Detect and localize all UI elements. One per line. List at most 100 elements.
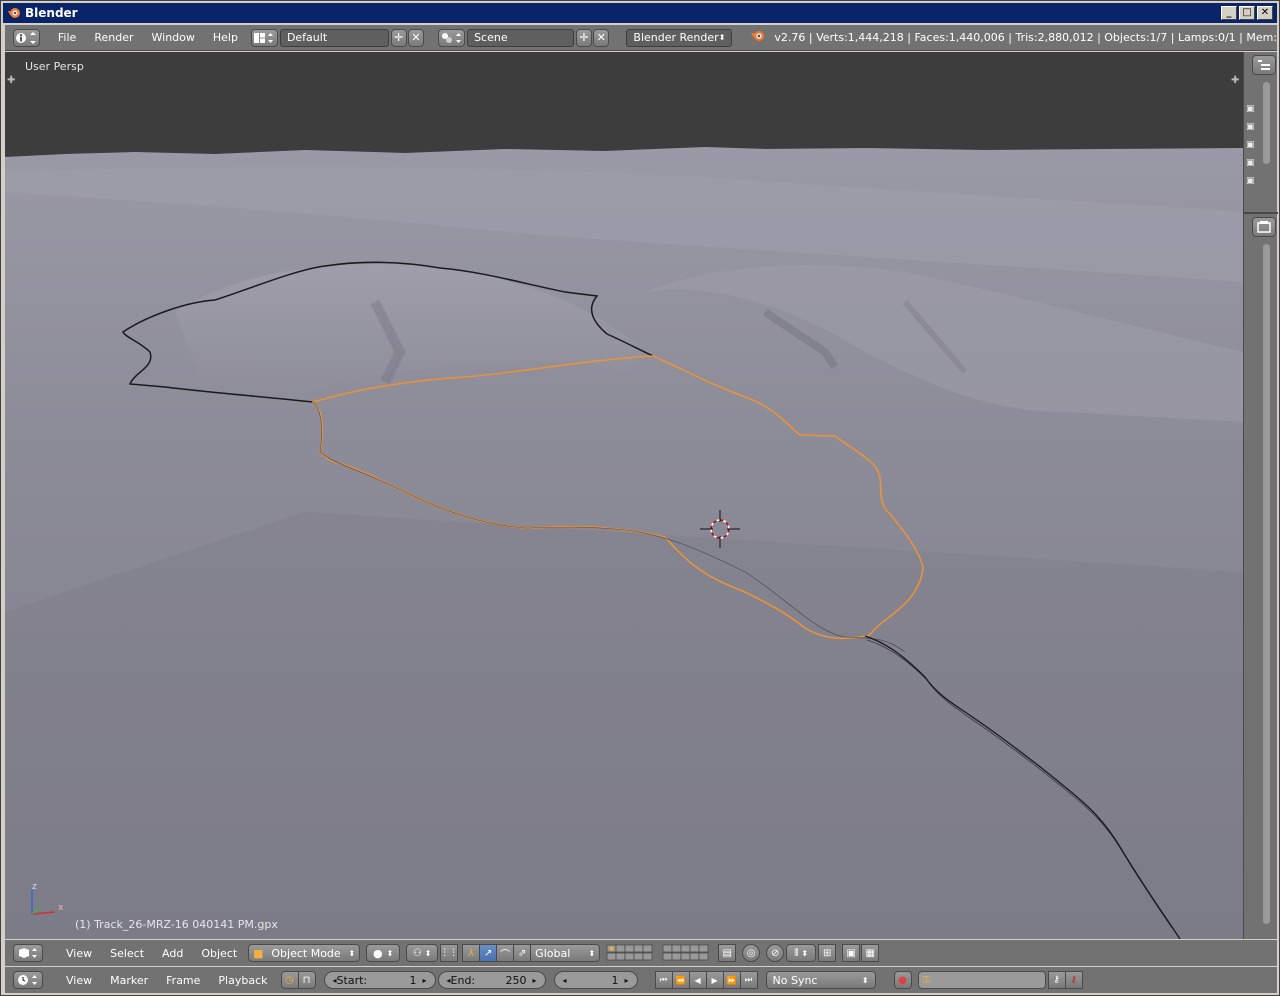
maximize-button[interactable]: □ — [1239, 6, 1255, 20]
translate-manipulator-button[interactable]: ↗ — [479, 944, 498, 962]
key-remove-icon: ⚷ — [1070, 975, 1077, 985]
screen-layout-selector-button[interactable] — [250, 28, 278, 47]
view-perspective-label: User Persp — [25, 60, 84, 73]
menu-view[interactable]: View — [57, 947, 101, 960]
next-keyframe-icon: ⏩ — [726, 975, 737, 985]
delete-keyframe-button[interactable]: ⚷ — [1064, 971, 1083, 989]
sync-mode-selector[interactable]: No Sync ⬍ — [765, 971, 876, 989]
snap-increment-icon: ⫴ — [794, 947, 799, 959]
prev-keyframe-icon: ⏪ — [675, 975, 686, 985]
play-button[interactable]: ▶ — [705, 971, 724, 989]
jump-to-keyframe-forward-button[interactable]: ⏩ — [722, 971, 741, 989]
editor-type-info-button[interactable] — [13, 28, 40, 47]
blender-logo-icon — [7, 6, 21, 20]
region-toggle-left-icon: ✚ — [7, 75, 15, 86]
keying-set-field[interactable]: ⚿ — [917, 971, 1046, 989]
scale-icon: ⇗ — [517, 947, 527, 959]
minimize-button[interactable]: _ — [1221, 6, 1237, 20]
object-mode-icon: ■ — [253, 946, 264, 960]
current-frame-field[interactable]: ◂ 1 ▸ — [553, 971, 638, 989]
editor-type-3dview-button[interactable] — [13, 944, 43, 962]
record-icon: ● — [898, 974, 907, 986]
layer-lock-button[interactable]: ▤ — [718, 944, 737, 962]
manipulator-toggle[interactable]: ⅄ — [462, 944, 481, 962]
opengl-render-animation-button[interactable]: ▦ — [861, 944, 880, 962]
camera-icon[interactable]: ▣ — [1246, 140, 1258, 150]
add-layout-icon[interactable]: ✛ — [390, 28, 407, 47]
proportional-edit-button[interactable]: ◎ — [742, 944, 761, 962]
region-toggle-right-icon: ✚ — [1231, 75, 1239, 86]
play-reverse-button[interactable]: ◀ — [688, 971, 707, 989]
scale-manipulator-button[interactable]: ⇗ — [513, 944, 532, 962]
current-frame-value: 1 — [611, 973, 619, 987]
menu-playback[interactable]: Playback — [209, 974, 276, 987]
close-button[interactable]: ✕ — [1257, 6, 1273, 20]
jump-to-start-button[interactable]: ⏮ — [654, 971, 673, 989]
lock-icon: ⊓ — [302, 974, 311, 986]
screen-layout-field[interactable]: Default — [279, 28, 389, 47]
snap-target-button[interactable]: ⊞ — [818, 944, 837, 962]
auto-keying-button[interactable]: ● — [893, 971, 912, 989]
lock-time-cursor-button[interactable]: ⊓ — [297, 971, 316, 989]
menu-timeline-view[interactable]: View — [57, 974, 101, 987]
transform-orientation-selector[interactable]: Global ⬍ — [530, 944, 601, 962]
menu-file[interactable]: File — [49, 31, 85, 44]
end-frame-value: 250 — [505, 973, 527, 987]
scene-field[interactable]: Scene — [467, 28, 574, 47]
jump-to-end-button[interactable]: ⏭ — [739, 971, 758, 989]
outliner-editor-button[interactable] — [1252, 55, 1276, 75]
preview-range-button[interactable]: ◷ — [280, 971, 299, 989]
end-frame-label: End: — [450, 973, 476, 987]
interaction-mode-label: Object Mode — [271, 946, 341, 960]
opengl-render-image-button[interactable]: ▣ — [842, 944, 861, 962]
camera-icon[interactable]: ▣ — [1246, 104, 1258, 114]
scene-selector-button[interactable] — [438, 28, 466, 47]
viewport-shading-selector[interactable]: ● ⬍ — [366, 944, 401, 962]
snap-element-selector[interactable]: ⫴ ⬍ — [786, 944, 817, 962]
menu-frame[interactable]: Frame — [157, 974, 209, 987]
outliner-scrollbar[interactable] — [1263, 82, 1270, 164]
jump-to-keyframe-back-button[interactable]: ⏪ — [671, 971, 690, 989]
axis-x-label: x — [58, 903, 64, 913]
editor-type-timeline-button[interactable] — [13, 971, 43, 989]
end-frame-field[interactable]: ◂ End: 250 ▸ — [437, 971, 546, 989]
menu-help[interactable]: Help — [204, 31, 247, 44]
start-frame-value: 1 — [409, 973, 417, 987]
camera-icon[interactable]: ▣ — [1246, 158, 1258, 168]
remove-layout-icon[interactable]: ✕ — [407, 28, 425, 47]
window-title: Blender — [25, 6, 78, 20]
right-arrow-icon: ▸ — [422, 975, 427, 985]
sync-mode-label: No Sync — [772, 973, 818, 987]
start-frame-field[interactable]: ◂ Start: 1 ▸ — [323, 971, 436, 989]
solid-shading-icon: ● — [373, 946, 383, 960]
layout-icon — [254, 32, 274, 43]
rotate-manipulator-button[interactable]: ⌒ — [496, 944, 515, 962]
pivot-point-selector[interactable]: ⚇ ⬍ — [406, 944, 439, 962]
jump-end-icon: ⏭ — [744, 975, 753, 984]
menu-marker[interactable]: Marker — [101, 974, 157, 987]
add-scene-icon[interactable]: ✛ — [575, 28, 593, 47]
menu-select[interactable]: Select — [101, 947, 153, 960]
snap-toggle-button[interactable]: ⊘ — [766, 944, 785, 962]
side-editors-panel: ▣ ▣ ▣ ▣ ▣ — [1243, 52, 1278, 939]
dropdown-arrows-icon: ⬍ — [588, 948, 596, 958]
camera-icon[interactable]: ▣ — [1246, 176, 1258, 186]
menu-render[interactable]: Render — [85, 31, 142, 44]
outliner-render-toggles: ▣ ▣ ▣ ▣ ▣ — [1246, 104, 1258, 204]
camera-icon[interactable]: ▣ — [1246, 122, 1258, 132]
properties-editor-button[interactable] — [1252, 217, 1276, 237]
insert-keyframe-button[interactable]: ⚷ — [1047, 971, 1066, 989]
properties-scrollbar[interactable] — [1263, 244, 1270, 924]
menu-object[interactable]: Object — [192, 947, 246, 960]
interaction-mode-selector[interactable]: ■ Object Mode ⬍ — [248, 944, 361, 962]
menu-add[interactable]: Add — [153, 947, 192, 960]
3d-viewport[interactable]: z x ✚ ✚ User Persp (1) Track_26-MRZ-16 0… — [5, 52, 1243, 939]
layer-visibility-button[interactable]: ⋮⋮ — [440, 944, 459, 962]
transform-orientation-label: Global — [535, 946, 571, 960]
scene-layers-grid[interactable] — [606, 944, 656, 962]
menu-window[interactable]: Window — [143, 31, 204, 44]
left-arrow-icon: ◂ — [562, 975, 567, 985]
render-engine-selector[interactable]: Blender Render ⬍ — [626, 28, 733, 47]
remove-scene-icon[interactable]: ✕ — [593, 28, 610, 47]
scene-layers-grid-2[interactable] — [662, 944, 712, 962]
